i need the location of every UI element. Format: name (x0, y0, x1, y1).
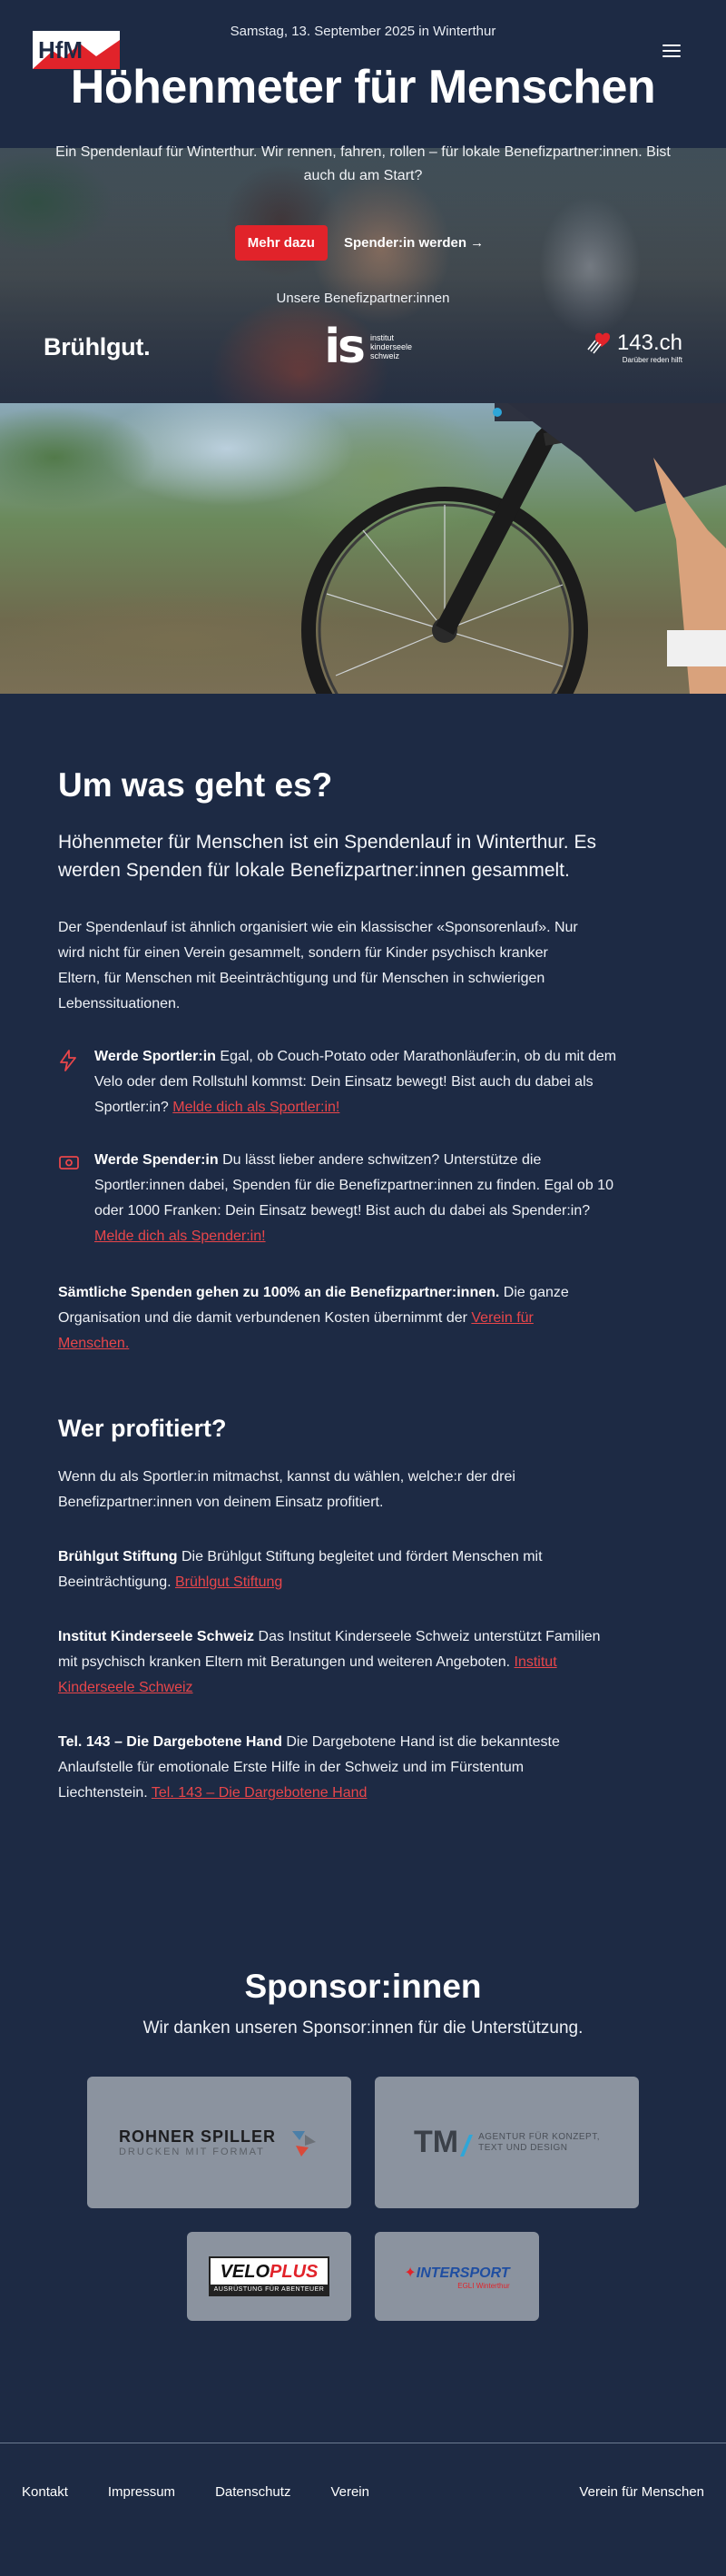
athlete-feature: Werde Sportler:in Egal, ob Couch-Potato … (58, 1044, 621, 1120)
hero-intro: Ein Spendenlauf für Winterthur. Wir renn… (55, 144, 671, 183)
lightning-icon (60, 1050, 76, 1071)
intersport-name-text: INTERSPORT (416, 2265, 510, 2281)
intersport-location: EGLI Winterthur (457, 2281, 510, 2290)
beneficiary-bruehlgut: Brühlgut Stiftung Die Brühlgut Stiftung … (58, 1545, 603, 1595)
sponsor-tm-agentur[interactable]: TM AGENTUR FÜR KONZEPT, TEXT UND DESIGN (375, 2077, 639, 2208)
intersport-star-icon: ✦ (404, 2265, 417, 2281)
footer-nav: Kontakt Impressum Datenschutz Verein (22, 2484, 369, 2500)
kinderseele-line1: institut (369, 333, 394, 342)
menu-button[interactable] (661, 42, 682, 60)
footer-link-impressum[interactable]: Impressum (108, 2484, 175, 2500)
hamburger-icon-line (662, 50, 681, 52)
hamburger-icon (662, 44, 681, 46)
footer-organization-link[interactable]: Verein für Menschen (579, 2484, 704, 2500)
sponsors-section: Sponsor:innen Wir danken unseren Sponsor… (0, 1806, 726, 2321)
about-title: Um was geht es? (58, 766, 333, 804)
beneficiaries-section: Wer profitiert? Wenn du als Sportler:in … (58, 1415, 668, 1806)
tm-tagline: AGENTUR FÜR KONZEPT, TEXT UND DESIGN (478, 2132, 600, 2154)
sponsor-row: VELOPLUS AUSRÜSTUNG FÜR ABENTEUER ✦INTER… (187, 2232, 539, 2321)
bruehlgut-logo[interactable]: Brühlgut. (44, 333, 151, 361)
rohner-spiller-tagline: DRUCKEN MIT FORMAT (118, 2147, 265, 2157)
beneficiary-name: Institut Kinderseele Schweiz (58, 1629, 255, 1644)
partner-logos: Brühlgut. is institut kinderseele schwei… (44, 320, 682, 374)
page-title: Höhenmeter für Menschen (70, 61, 656, 114)
veloplus-name: VELOPLUS (220, 2262, 319, 2283)
athlete-signup-link[interactable]: Melde dich als Sportler:in! (172, 1100, 339, 1115)
more-button[interactable]: Mehr dazu (234, 225, 328, 261)
sponsor-veloplus[interactable]: VELOPLUS AUSRÜSTUNG FÜR ABENTEUER (187, 2232, 351, 2321)
about-lead: Höhenmeter für Menschen ist ein Spendenl… (58, 832, 596, 881)
dargebotene-hand-row: 143.ch (586, 331, 682, 356)
become-donor-button[interactable]: Spender:in werden → (337, 225, 491, 261)
rohner-spiller-mark-icon (292, 2130, 316, 2157)
donor-heading: Werde Spender:in (94, 1152, 219, 1168)
donor-text: Werde Spender:in Du lässt lieber andere … (94, 1148, 621, 1249)
partners-label: Unsere Benefizpartner:innen (276, 291, 450, 306)
beneficiary-kinderseele: Institut Kinderseele Schweiz Das Institu… (58, 1624, 603, 1701)
veloplus-logo: VELOPLUS AUSRÜSTUNG FÜR ABENTEUER (208, 2256, 330, 2296)
sponsor-row: ROHNER SPILLER DRUCKEN MIT FORMAT TM AGE… (87, 2077, 639, 2208)
sponsors-subtitle: Wir danken unseren Sponsor:innen für die… (142, 2018, 584, 2038)
footer-link-kontakt[interactable]: Kontakt (22, 2484, 68, 2500)
kinderseele-logo[interactable]: is institut kinderseele schweiz (324, 323, 412, 370)
donor-feature: Werde Spender:in Du lässt lieber andere … (58, 1148, 621, 1249)
athlete-heading: Werde Sportler:in (94, 1049, 216, 1064)
athlete-text: Werde Sportler:in Egal, ob Couch-Potato … (94, 1044, 621, 1120)
dargebotene-hand-number: 143.ch (616, 330, 682, 355)
dargebotene-hand-tagline: Darüber reden hilft (622, 355, 682, 364)
beneficiary-name: Tel. 143 – Die Dargebotene Hand (58, 1734, 282, 1750)
donations-notice: Sämtliche Spenden gehen zu 100% an die B… (58, 1280, 594, 1357)
footer-link-datenschutz[interactable]: Datenschutz (215, 2484, 290, 2500)
tm-slash-icon (460, 2134, 474, 2157)
intersport-name: ✦INTERSPORT (404, 2264, 509, 2282)
kinderseele-line2: kinderseele (369, 342, 413, 351)
intersport-logo: ✦INTERSPORT EGLI Winterthur (404, 2264, 509, 2290)
tm-tagline-line2: TEXT UND DESIGN (478, 2142, 568, 2153)
veloplus-name-b: PLUS (270, 2262, 319, 2282)
kinderseele-logo-text: institut kinderseele schweiz (370, 333, 412, 360)
veloplus-tagline: AUSRÜSTUNG FÜR ABENTEUER (210, 2285, 329, 2295)
beneficiaries-intro: Wenn du als Sportler:in mitmachst, kanns… (58, 1469, 515, 1510)
banknote-icon (59, 1156, 79, 1170)
tm-tagline-line1: AGENTUR FÜR KONZEPT, (478, 2131, 600, 2142)
donor-signup-link[interactable]: Melde dich als Spender:in! (94, 1229, 266, 1244)
rohner-spiller-name: ROHNER SPILLER (118, 2127, 276, 2146)
footer: Kontakt Impressum Datenschutz Verein Ver… (0, 2443, 726, 2541)
hero: HfM Samstag, 13. September 2025 in Winte… (0, 0, 726, 403)
bike-illustration (301, 403, 726, 694)
bike-photo (0, 403, 726, 694)
kinderseele-line3: schweiz (369, 351, 399, 360)
footer-link-verein[interactable]: Verein (330, 2484, 369, 2500)
beneficiaries-title: Wer profitiert? (58, 1415, 227, 1442)
beneficiary-143: Tel. 143 – Die Dargebotene Hand Die Darg… (58, 1730, 603, 1806)
heart-hand-icon (587, 332, 611, 353)
veloplus-name-a: VELO (220, 2262, 270, 2282)
beneficiary-link-143[interactable]: Tel. 143 – Die Dargebotene Hand (152, 1785, 368, 1801)
sponsor-intersport[interactable]: ✦INTERSPORT EGLI Winterthur (375, 2232, 539, 2321)
tm-logo-mark: TM (414, 2125, 459, 2159)
kinderseele-logo-mark: is (324, 320, 366, 374)
hamburger-icon-line (662, 55, 681, 57)
event-date: Samstag, 13. September 2025 in Winterthu… (230, 24, 496, 39)
beneficiary-link-bruehlgut[interactable]: Brühlgut Stiftung (175, 1574, 282, 1590)
about-paragraph: Der Spendenlauf ist ähnlich organisiert … (58, 920, 578, 1012)
sponsor-grid: ROHNER SPILLER DRUCKEN MIT FORMAT TM AGE… (0, 2077, 726, 2321)
beneficiary-name: Brühlgut Stiftung (58, 1549, 178, 1564)
hero-buttons: Mehr dazu Spender:in werden → (0, 225, 726, 261)
sponsor-rohner-spiller[interactable]: ROHNER SPILLER DRUCKEN MIT FORMAT (87, 2077, 351, 2208)
about-section: Um was geht es? Höhenmeter für Menschen … (58, 694, 668, 1357)
dargebotene-hand-logo[interactable]: 143.ch Darüber reden hilft (586, 331, 682, 364)
sponsors-title: Sponsor:innen (244, 1968, 482, 2005)
donations-notice-heading: Sämtliche Spenden gehen zu 100% an die B… (58, 1285, 500, 1300)
main-content: Um was geht es? Höhenmeter für Menschen … (0, 694, 726, 1806)
